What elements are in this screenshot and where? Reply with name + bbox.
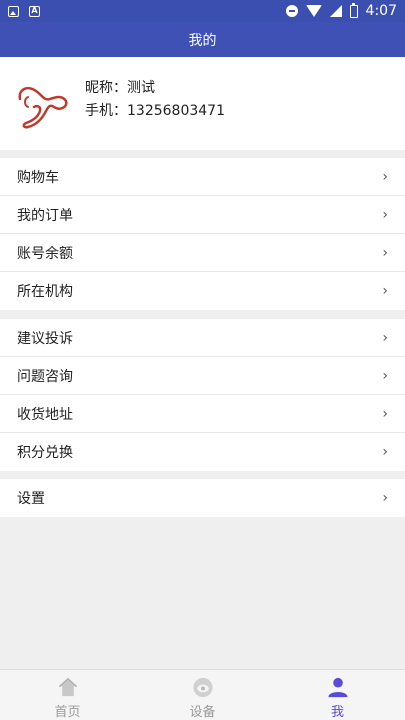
page-title: 我的 [188,32,217,49]
chevron-right-icon: › [382,283,388,299]
menu-item-label: 设置 [17,491,45,507]
tab-device-label: 设备 [189,705,216,720]
menu-item-consult[interactable]: 问题咨询 › [0,357,405,395]
menu-item-address[interactable]: 收货地址 › [0,395,405,433]
menu-item-label: 购物车 [17,169,59,186]
menu-item-complaint[interactable]: 建议投诉 › [0,319,405,357]
tab-device[interactable]: 设备 [135,670,270,720]
menu-item-cart[interactable]: 购物车 › [0,158,405,196]
status-bar: A 4:07 [0,0,405,22]
menu-item-label: 我的订单 [17,207,73,224]
tab-me[interactable]: 我 [270,670,405,720]
menu-item-settings[interactable]: 设置 › [0,479,405,517]
tab-home-label: 首页 [54,705,81,720]
user-icon [327,677,348,698]
nickname-text: 昵称：测试 [85,80,155,96]
menu-item-label: 问题咨询 [17,368,73,385]
menu-item-points[interactable]: 积分兑换 › [0,433,405,471]
chevron-right-icon: › [382,206,388,223]
chevron-right-icon: › [382,490,388,506]
chevron-right-icon: › [382,405,388,422]
menu-item-label: 账号余额 [17,245,73,262]
battery-icon [349,2,358,18]
chevron-right-icon: › [382,168,388,185]
profile-card[interactable]: 昵称：测试 手机：13256803471 [0,57,405,150]
do-not-disturb-icon [285,5,298,17]
chevron-right-icon: › [382,329,388,346]
status-time: 4:07 [365,3,397,19]
menu-item-label: 所在机构 [17,284,73,300]
chevron-right-icon: › [382,244,388,261]
menu-item-label: 积分兑换 [17,445,73,461]
wifi-icon [305,5,322,17]
menu-group-3: 设置 › [0,479,405,517]
image-notification-icon [8,5,19,17]
menu-item-orders[interactable]: 我的订单 › [0,196,405,234]
menu-group-1: 购物车 › 我的订单 › 账号余额 › 所在机构 › [0,158,405,310]
device-icon [192,677,213,698]
tab-me-label: 我 [330,705,344,720]
home-icon [58,677,77,697]
phone-text: 手机：13256803471 [85,103,225,119]
menu-group-2: 建议投诉 › 问题咨询 › 收货地址 › 积分兑换 › [0,319,405,471]
menu-item-label: 建议投诉 [17,330,73,347]
menu-item-label: 收货地址 [17,406,73,423]
chevron-right-icon: › [382,367,388,384]
letter-notification-icon: A [29,5,40,17]
bottom-nav: 首页 设备 我 [0,669,405,720]
menu-item-balance[interactable]: 账号余额 › [0,234,405,272]
signal-icon [329,5,342,17]
chevron-right-icon: › [382,444,388,460]
title-bar: 我的 [0,22,405,57]
tab-home[interactable]: 首页 [0,670,135,720]
menu-item-organization[interactable]: 所在机构 › [0,272,405,310]
avatar [18,87,68,129]
